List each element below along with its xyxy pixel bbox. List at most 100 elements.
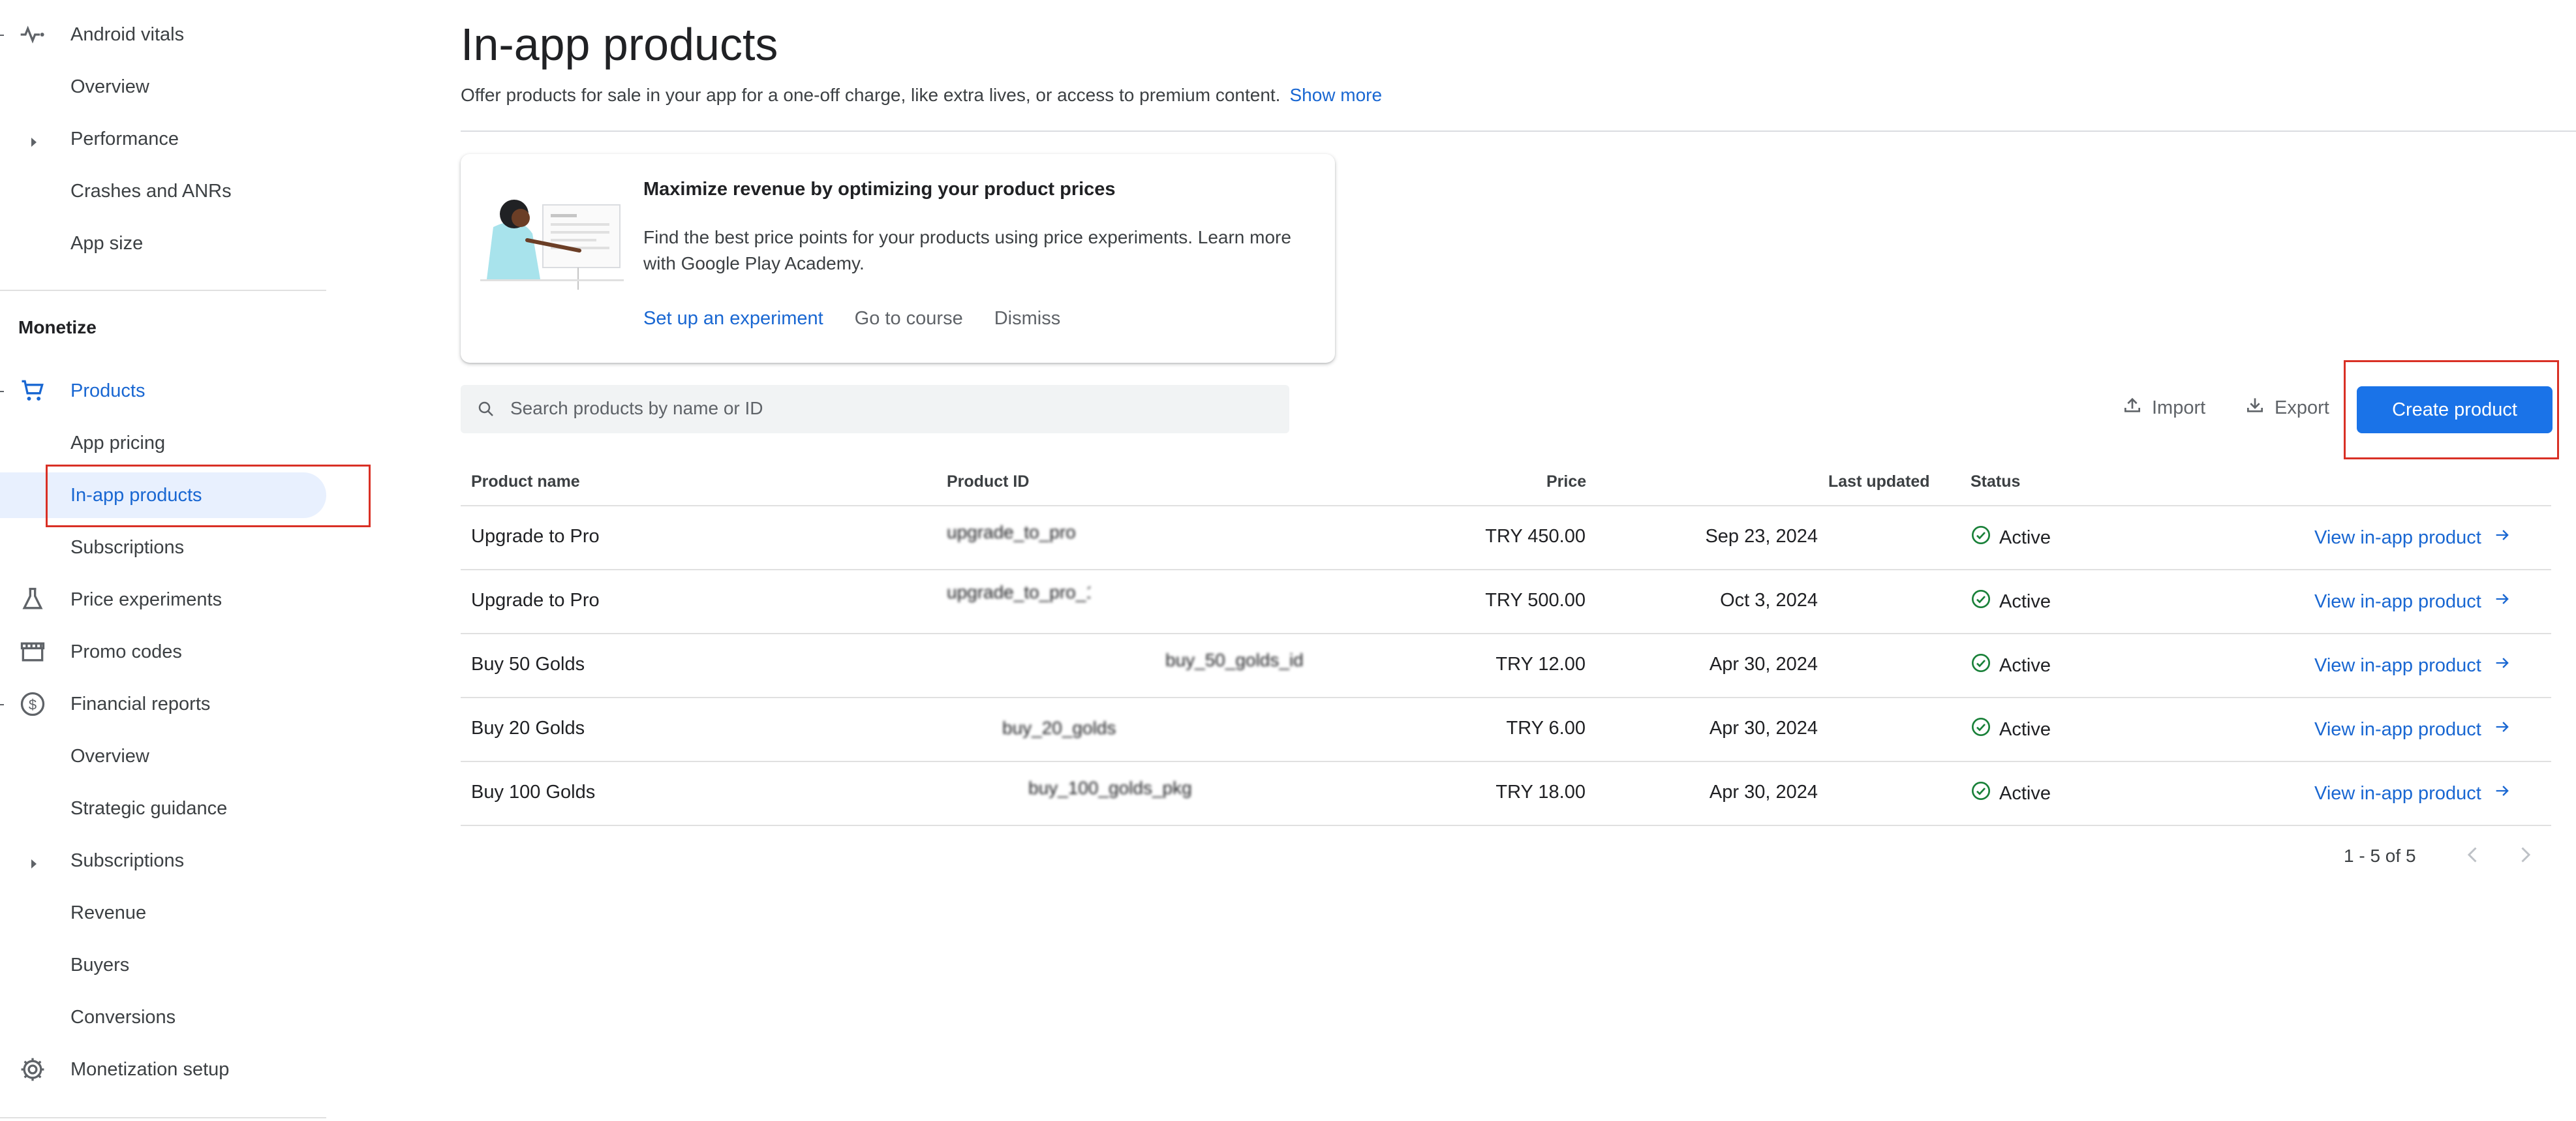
sidebar-item-label: App size <box>70 232 144 254</box>
view-product-link[interactable]: View in-app product <box>2314 718 2511 741</box>
col-header-id[interactable]: Product ID <box>947 472 1029 491</box>
arrow-right-icon <box>2493 654 2511 677</box>
highlight-box-create <box>2344 360 2559 459</box>
next-page-button[interactable] <box>2513 843 2537 867</box>
dismiss-button[interactable]: Dismiss <box>994 308 1061 330</box>
col-header-status[interactable]: Status <box>1970 472 2020 491</box>
cell-status: Active <box>1970 525 2051 551</box>
search-input[interactable]: Search products by name or ID <box>461 385 1289 433</box>
sidebar-item-label: Performance <box>70 128 179 149</box>
view-product-link[interactable]: View in-app product <box>2314 782 2511 805</box>
cell-price: TRY 12.00 <box>1495 654 1586 675</box>
table-row[interactable]: Upgrade to Pro upgrade_to_pro_1 TRY 500.… <box>461 569 2551 633</box>
sidebar-item-app-size[interactable]: App size <box>0 221 326 266</box>
cell-product-id: buy_100_golds_pkg <box>1028 778 1192 798</box>
flask-icon <box>18 585 47 614</box>
setup-experiment-link[interactable]: Set up an experiment <box>643 308 823 330</box>
cell-product-name: Buy 100 Golds <box>471 782 596 803</box>
promo-illustration <box>480 188 624 292</box>
highlight-box-sidebar <box>46 465 371 527</box>
gear-icon <box>18 1055 47 1084</box>
table-row[interactable]: Buy 100 Golds buy_100_golds_pkg TRY 18.0… <box>461 761 2551 826</box>
upload-icon <box>2122 395 2143 421</box>
table-row[interactable]: Upgrade to Pro upgrade_to_pro TRY 450.00… <box>461 505 2551 569</box>
sidebar-divider <box>0 290 326 291</box>
sidebar-item-promo-codes[interactable]: Promo codes <box>0 629 326 675</box>
view-product-link[interactable]: View in-app product <box>2314 526 2511 549</box>
caret-right-icon[interactable] <box>27 132 40 147</box>
sidebar-item-strategic-guidance[interactable]: Strategic guidance <box>0 786 326 831</box>
status-label: Active <box>1999 527 2051 548</box>
page-subtitle: Offer products for sale in your app for … <box>461 85 1382 106</box>
sidebar-item-app-pricing[interactable]: App pricing <box>0 420 326 466</box>
svg-text:$: $ <box>29 696 37 713</box>
check-circle-icon <box>1970 525 1991 551</box>
sidebar-item-products[interactable]: Products <box>0 368 326 414</box>
sidebar-item-crashes[interactable]: Crashes and ANRs <box>0 168 326 214</box>
sidebar-item-subscriptions[interactable]: Subscriptions <box>0 525 326 570</box>
sidebar-item-fin-overview[interactable]: Overview <box>0 733 326 779</box>
sidebar-item-financial-reports[interactable]: $ Financial reports <box>0 681 326 727</box>
status-label: Active <box>1999 782 2051 804</box>
view-product-label: View in-app product <box>2314 591 2481 612</box>
export-button[interactable]: Export <box>2245 395 2329 421</box>
sidebar-item-label: Overview <box>70 745 149 767</box>
cell-status: Active <box>1970 780 2051 806</box>
sidebar-item-label: Promo codes <box>70 641 182 662</box>
cell-last-updated: Apr 30, 2024 <box>1709 718 1818 739</box>
caret-right-icon[interactable] <box>27 854 40 868</box>
cell-last-updated: Sep 23, 2024 <box>1705 526 1818 547</box>
col-header-name[interactable]: Product name <box>471 472 580 491</box>
dollar-icon: $ <box>18 690 47 718</box>
check-circle-icon <box>1970 653 1991 679</box>
status-label: Active <box>1999 591 2051 612</box>
sidebar-item-fin-subscriptions[interactable]: Subscriptions <box>0 838 326 883</box>
sidebar-divider <box>0 1117 326 1118</box>
col-header-updated[interactable]: Last updated <box>1828 472 1930 491</box>
download-icon <box>2245 395 2265 421</box>
sidebar-item-label: Revenue <box>70 902 147 923</box>
sidebar-item-label: Price experiments <box>70 589 222 610</box>
view-product-label: View in-app product <box>2314 718 2481 740</box>
status-label: Active <box>1999 718 2051 740</box>
search-placeholder: Search products by name or ID <box>510 398 763 418</box>
sidebar-item-label: Financial reports <box>70 693 211 714</box>
sidebar-item-label: Subscriptions <box>70 536 185 558</box>
view-product-link[interactable]: View in-app product <box>2314 654 2511 677</box>
import-button[interactable]: Import <box>2122 395 2205 421</box>
cell-product-id: upgrade_to_pro_1 <box>947 582 1090 602</box>
table-row[interactable]: Buy 20 Golds buy_20_golds TRY 6.00 Apr 3… <box>461 697 2551 761</box>
sidebar-item-overview[interactable]: Overview <box>0 64 326 110</box>
sidebar-item-conversions[interactable]: Conversions <box>0 994 326 1040</box>
sidebar-item-performance[interactable]: Performance <box>0 116 326 162</box>
cell-product-name: Buy 20 Golds <box>471 718 585 739</box>
sidebar-item-label: App pricing <box>70 432 166 453</box>
cell-product-name: Buy 50 Golds <box>471 654 585 675</box>
view-product-label: View in-app product <box>2314 782 2481 804</box>
go-to-course-link[interactable]: Go to course <box>855 308 963 330</box>
view-product-link[interactable]: View in-app product <box>2314 590 2511 613</box>
promo-card: Maximize revenue by optimizing your prod… <box>461 154 1335 363</box>
cell-status: Active <box>1970 716 2051 743</box>
sidebar-item-label: Strategic guidance <box>70 797 228 819</box>
cell-last-updated: Apr 30, 2024 <box>1709 782 1818 803</box>
sidebar-item-label: Subscriptions <box>70 850 185 871</box>
prev-page-button[interactable] <box>2461 843 2485 867</box>
col-header-price[interactable]: Price <box>1546 472 1586 491</box>
show-more-link[interactable]: Show more <box>1289 85 1382 105</box>
sidebar-item-price-experiments[interactable]: Price experiments <box>0 577 326 622</box>
cell-price: TRY 450.00 <box>1485 526 1586 547</box>
sidebar-item-monetization-setup[interactable]: Monetization setup <box>0 1047 326 1092</box>
view-product-label: View in-app product <box>2314 527 2481 548</box>
sidebar-item-android-vitals[interactable]: Android vitals <box>0 12 326 57</box>
export-label: Export <box>2275 397 2329 418</box>
sidebar-item-label: Overview <box>70 76 149 97</box>
cell-last-updated: Apr 30, 2024 <box>1709 654 1818 675</box>
section-title-monetize: Monetize <box>18 317 97 337</box>
table-row[interactable]: Buy 50 Golds buy_50_golds_id TRY 12.00 A… <box>461 633 2551 697</box>
arrow-right-icon <box>2493 590 2511 613</box>
sidebar-item-revenue[interactable]: Revenue <box>0 890 326 936</box>
sidebar-item-buyers[interactable]: Buyers <box>0 942 326 988</box>
cell-status: Active <box>1970 653 2051 679</box>
header-divider <box>461 131 2576 132</box>
